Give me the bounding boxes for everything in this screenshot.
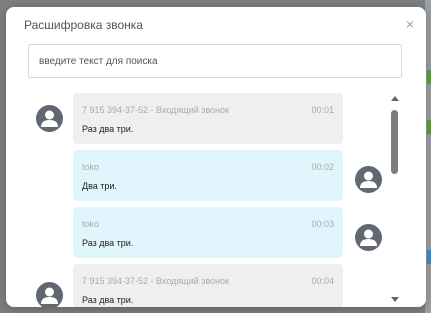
message-text: Раз два три. (82, 295, 134, 305)
message-sender: 7 915 394-37-52 - Входящий звонок (82, 276, 229, 286)
message-sender: 7 915 394-37-52 - Входящий звонок (82, 105, 229, 115)
message-time: 00:04 (311, 276, 334, 286)
list-item: 7 915 394-37-52 - Входящий звонок 00:04 … (73, 264, 343, 307)
scroll-up-icon[interactable] (391, 96, 399, 101)
user-avatar-icon (355, 224, 382, 251)
user-avatar-icon (36, 282, 63, 307)
list-item: toko 00:03 Раз два три. (73, 207, 343, 258)
message-text: Раз два три. (82, 238, 134, 248)
close-icon[interactable]: × (406, 17, 414, 31)
message-sender: toko (82, 162, 100, 172)
list-item: 7 915 394-37-52 - Входящий звонок 00:01 … (73, 93, 343, 144)
user-avatar-icon (36, 105, 63, 132)
scrollbar-thumb[interactable] (391, 110, 398, 174)
search-input[interactable] (28, 44, 402, 78)
message-text: Два три. (82, 181, 117, 191)
message-sender: toko (82, 219, 100, 229)
message-text: Раз два три. (82, 124, 134, 134)
background-badge (427, 250, 431, 264)
transcript-modal: Расшифровка звонка × 7 915 394-37-52 - В… (6, 7, 426, 307)
transcript-list: 7 915 394-37-52 - Входящий звонок 00:01 … (6, 93, 392, 307)
message-time: 00:03 (311, 219, 334, 229)
message-time: 00:01 (311, 105, 334, 115)
user-avatar-icon (355, 166, 382, 193)
list-item: toko 00:02 Два три. (73, 150, 343, 201)
message-time: 00:02 (311, 162, 334, 172)
scrollbar[interactable] (390, 96, 400, 302)
scroll-down-icon[interactable] (391, 297, 399, 302)
background-badge (427, 120, 431, 134)
background-badge (427, 70, 431, 84)
modal-title: Расшифровка звонка (24, 18, 143, 32)
